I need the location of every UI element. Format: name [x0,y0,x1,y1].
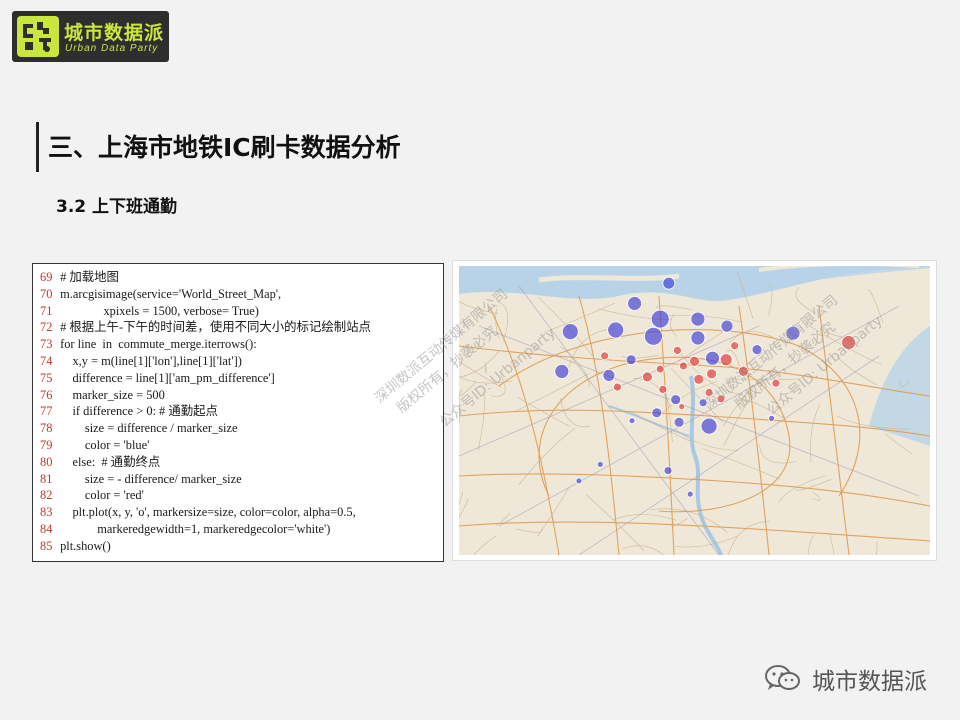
commute-start-marker [686,490,694,498]
code-line: 71 xpixels = 1500, verbose= True) [40,303,443,320]
commute-start-marker [663,466,673,476]
logo: 城市数据派 Urban Data Party [12,11,169,62]
code-line: 72 # 根据上午-下午的时间差，使用不同大小的标记绘制站点 [40,319,443,336]
commute-end-marker [678,403,686,411]
code-line-text: difference = line[1]['am_pm_difference'] [57,370,275,385]
commute-start-marker [643,326,663,346]
commute-start-marker [561,323,579,340]
commute-start-marker [651,407,663,419]
code-line-number: 69 [40,270,53,284]
commute-start-marker [554,364,570,379]
code-line-number: 83 [40,505,53,520]
title-accent-bar [36,122,39,172]
code-line: 82 color = 'red' [40,487,443,504]
code-line-number: 85 [40,538,53,553]
commute-end-marker [706,368,718,380]
commute-start-marker [690,311,706,327]
commute-start-marker [705,350,720,366]
commute-start-marker [607,321,625,339]
code-line: 83 plt.plot(x, y, 'o', markersize=size, … [40,504,443,521]
code-line-text: # 加载地图 [57,270,119,284]
commute-start-marker [673,416,685,428]
code-line-number: 80 [40,454,53,469]
commute-start-marker [690,330,706,346]
code-line-text: markeredgewidth=1, markeredgecolor='whit… [57,521,331,536]
map-panel [453,261,936,560]
commute-end-marker [678,361,688,371]
code-line-text: plt.show() [57,538,111,553]
code-line-number: 84 [40,521,53,536]
code-line-number: 77 [40,404,53,419]
code-line-number: 71 [40,303,53,318]
commute-end-marker [600,351,610,361]
commute-end-marker [641,371,653,383]
commute-end-marker [719,353,733,367]
code-line-text: size = - difference/ marker_size [57,471,242,486]
code-line-number: 70 [40,286,53,301]
code-line: 84 markeredgewidth=1, markeredgecolor='w… [40,521,443,538]
code-line-text: plt.plot(x, y, 'o', markersize=size, col… [57,505,356,520]
code-line-number: 74 [40,353,53,368]
commute-end-marker [672,346,682,355]
code-line: 78 size = difference / marker_size [40,420,443,437]
section-subtitle: 3.2 上下班通勤 [56,197,178,217]
code-line-number: 76 [40,387,53,402]
brand-name: 城市数据派 [812,669,927,695]
commute-end-marker [658,385,668,394]
commute-start-marker [720,319,734,333]
logo-name-en: Urban Data Party [65,43,159,54]
commute-start-marker [662,276,676,290]
commute-start-marker [700,417,718,435]
page-title: 三、上海市地铁IC刷卡数据分析 [48,133,401,162]
code-line-text: # 根据上午-下午的时间差，使用不同大小的标记绘制站点 [57,320,371,335]
commute-start-marker [602,369,616,382]
commute-end-marker [730,341,740,351]
code-line-text: for line in commute_merge.iterrows(): [57,337,257,352]
wechat-icon [765,665,800,690]
code-line-number: 81 [40,471,53,486]
code-line: 81 size = - difference/ marker_size [40,471,443,488]
commute-end-marker [689,355,700,367]
commute-start-marker [628,417,636,425]
code-line-number: 72 [40,320,53,335]
code-line: 85 plt.show() [40,538,443,555]
commute-start-marker [627,296,643,311]
code-line: 70 m.arcgisimage(service='World_Street_M… [40,286,443,303]
code-line-text: marker_size = 500 [57,387,165,402]
code-line: 74 x,y = m(line[1]['lon'],line[1]['lat']… [40,353,443,370]
code-line-text: size = difference / marker_size [57,421,238,436]
commute-start-marker [670,394,682,406]
code-block: 69 # 加载地图 70 m.arcgisimage(service='World… [32,263,444,562]
commute-start-marker [596,460,604,468]
commute-end-marker [655,364,665,374]
commute-end-marker [693,373,705,385]
commute-start-marker [575,477,583,485]
logo-name-cn: 城市数据派 [64,22,165,44]
code-line-number: 79 [40,437,53,452]
code-line-number: 73 [40,337,53,352]
code-line: 79 color = 'blue' [40,437,443,454]
commute-end-marker [612,382,622,392]
code-line-text: else: # 通勤终点 [57,454,161,469]
map-image [459,266,930,555]
code-line-text: m.arcgisimage(service='World_Street_Map'… [57,286,282,301]
code-line-text: color = 'blue' [57,437,150,452]
code-line-text: if difference > 0: # 通勤起点 [57,404,218,419]
code-line-text: x,y = m(line[1]['lon'],line[1]['lat']) [57,353,242,368]
code-line-text: xpixels = 1500, verbose= True) [57,303,259,318]
code-line: 69 # 加载地图 [40,269,443,286]
commute-start-marker [650,309,670,329]
code-line-number: 75 [40,370,53,385]
code-line: 73 for line in commute_merge.iterrows(): [40,336,443,353]
commute-start-marker [625,354,637,366]
logo-emblem-icon [17,16,59,57]
code-line: 80 else: # 通勤终点 [40,454,443,471]
code-line-number: 82 [40,488,53,503]
code-line-number: 78 [40,421,53,436]
code-line-text: color = 'red' [57,488,144,503]
